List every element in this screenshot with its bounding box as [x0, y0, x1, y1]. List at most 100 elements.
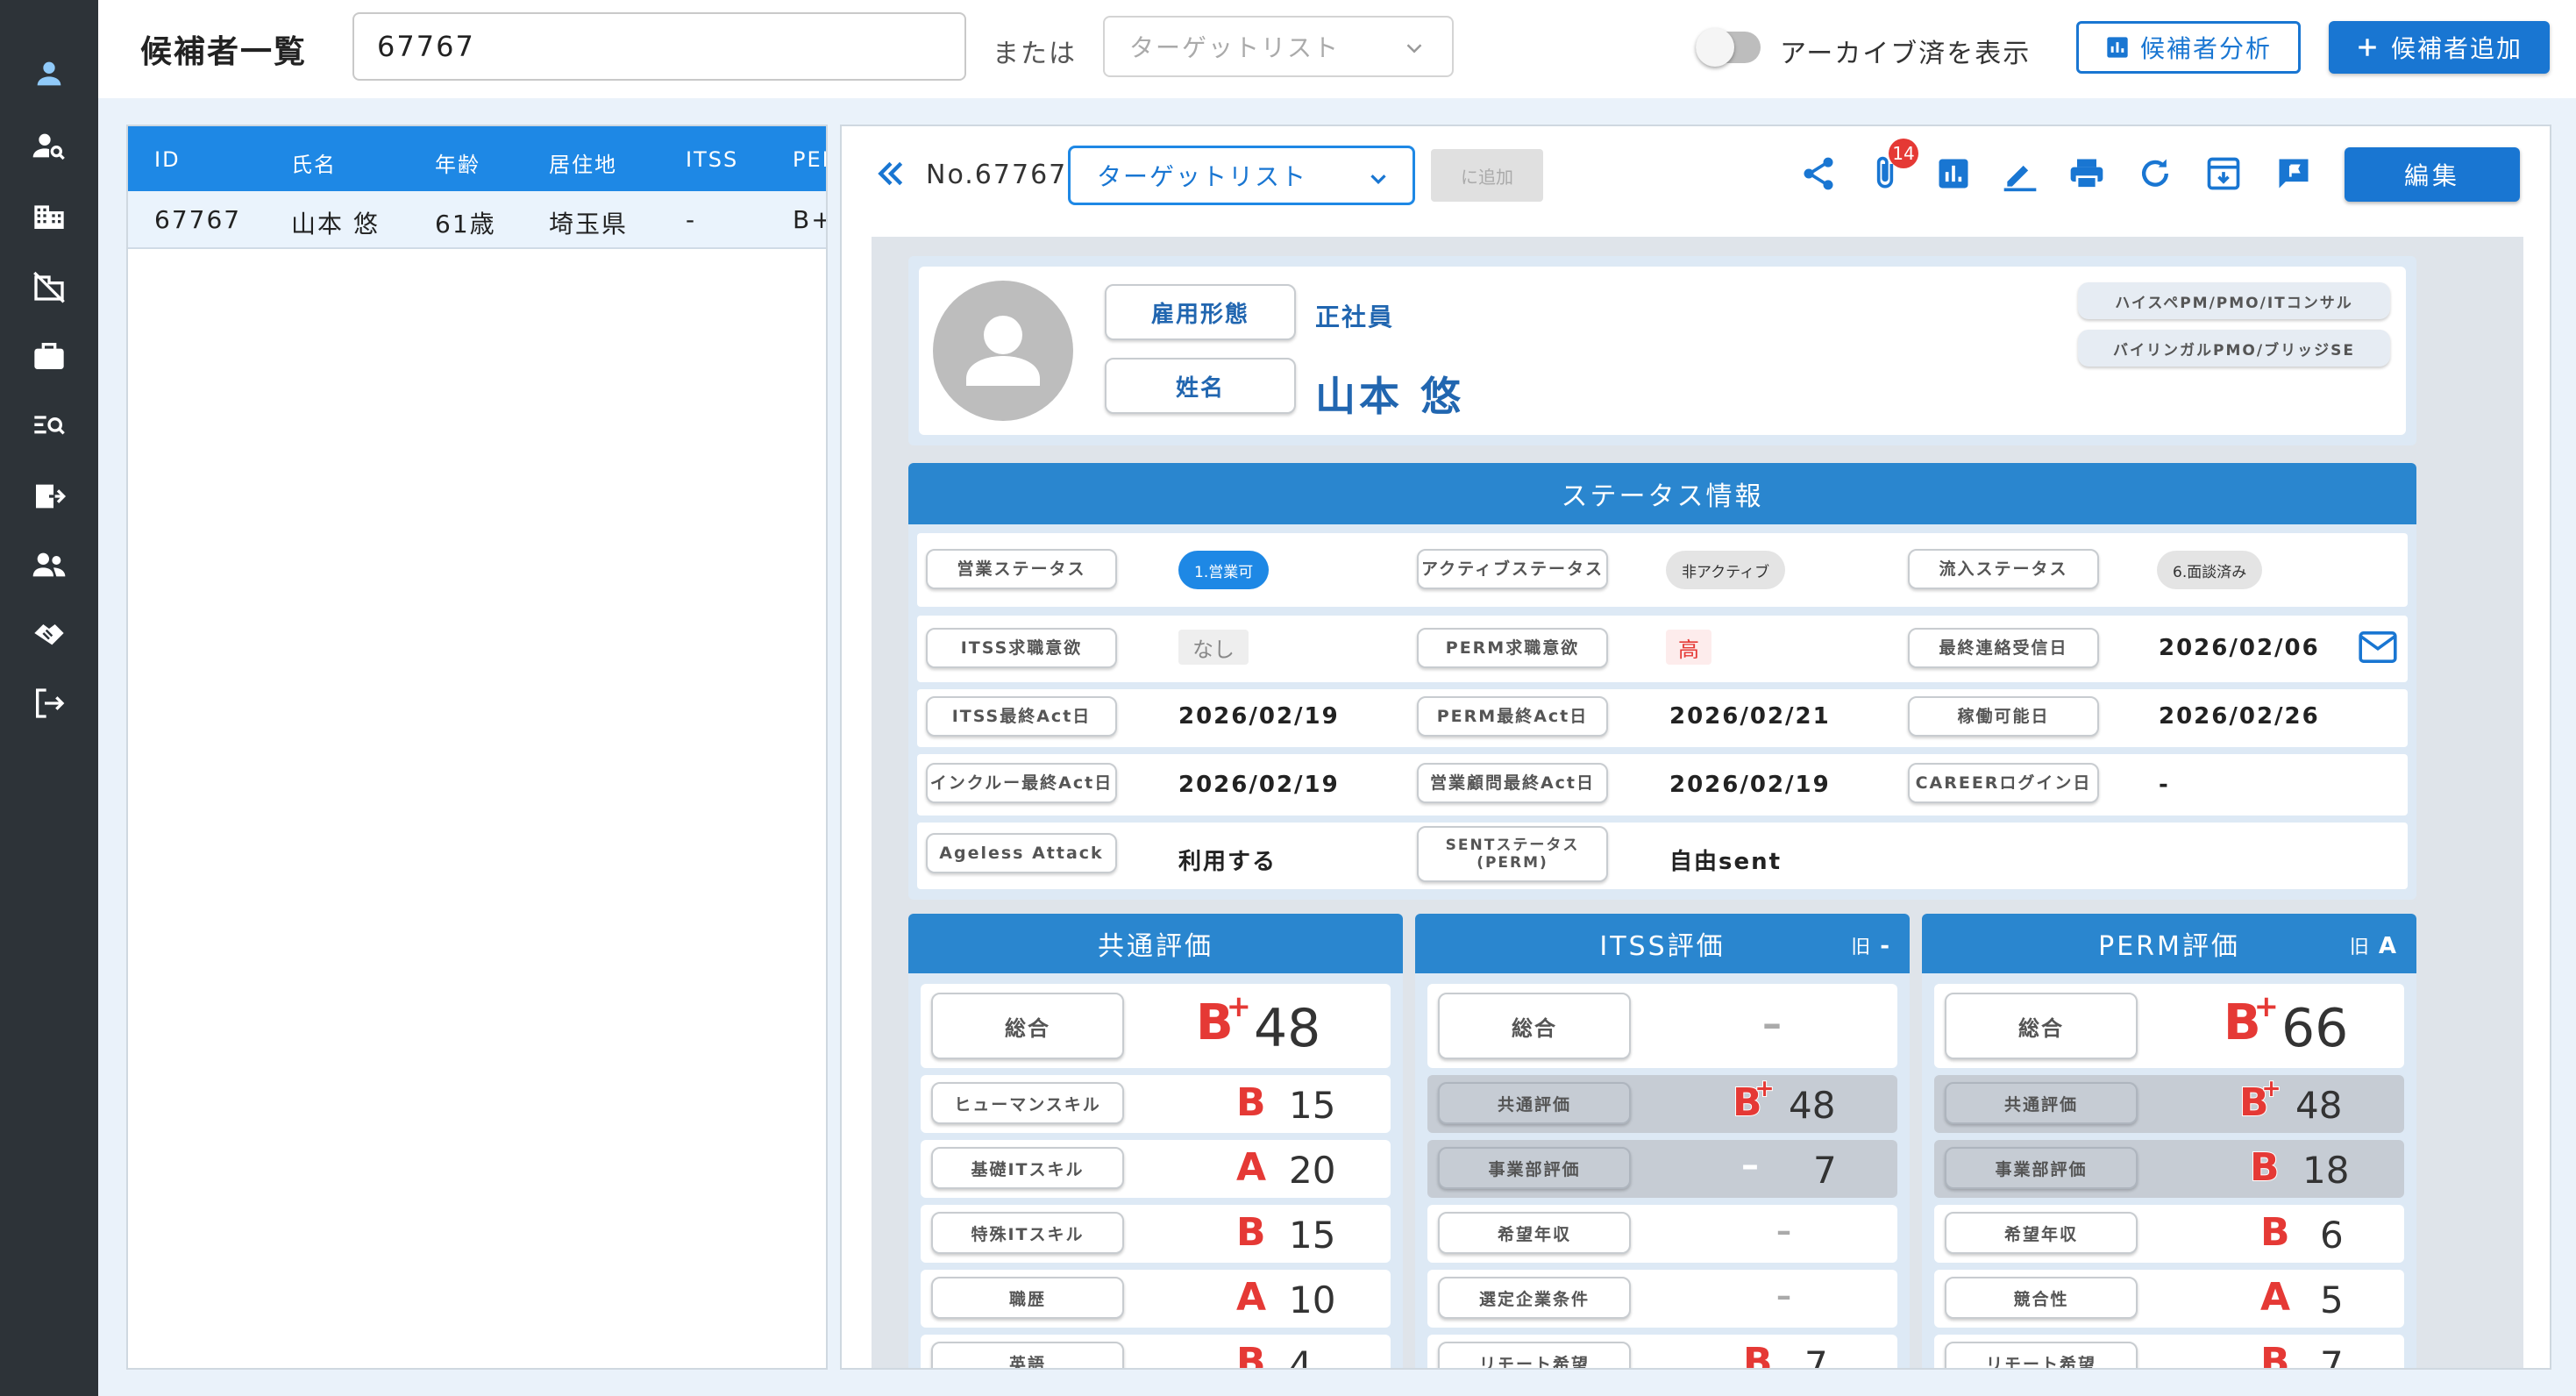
edit-button[interactable]: 編集 [2345, 147, 2520, 202]
column-header-perm[interactable]: PEI [793, 147, 826, 172]
column-header-id[interactable]: ID [154, 147, 181, 172]
perm-motivation-label: PERM求職意欲 [1417, 628, 1608, 668]
chart-icon[interactable] [1932, 153, 1975, 195]
eval-row-label: 希望年収 [1438, 1212, 1631, 1254]
eval-row-grade: B [2249, 1144, 2281, 1191]
eval-row-score: 18 [2302, 1149, 2350, 1192]
eval-row: リモート希望 B 7 [1427, 1335, 1897, 1370]
search-input[interactable] [352, 12, 966, 81]
column-header-itss[interactable]: ITSS [686, 147, 738, 172]
column-header-residence[interactable]: 居住地 [549, 147, 617, 178]
plus-icon [2359, 39, 2376, 56]
add-to-list-button[interactable]: に追加 [1431, 149, 1543, 202]
cell-perm: B+ [793, 205, 826, 234]
active-status-chip: 非アクティブ [1666, 551, 1786, 589]
eval-row-score: 15 [1289, 1084, 1336, 1127]
column-header-age[interactable]: 年齢 [435, 147, 480, 178]
name-label: 姓名 [1105, 358, 1296, 414]
common-evaluation-card: 共通評価 総合 B+ 48 ヒューマンスキル B 15 基礎ITスキル A 20… [908, 914, 1403, 1370]
eval-row: 共通評価 B+ 48 [1934, 1074, 2404, 1133]
share-icon[interactable] [1797, 153, 1839, 195]
group-icon[interactable] [26, 542, 72, 588]
cell-residence: 埼玉県 [549, 210, 629, 239]
eval-row-grade: – [1741, 1145, 1759, 1186]
candidate-analysis-button[interactable]: 候補者分析 [2076, 21, 2301, 74]
or-label: または [993, 39, 1077, 69]
eval-row: 希望年収 B 6 [1934, 1205, 2404, 1263]
briefcase-icon[interactable] [26, 333, 72, 379]
career-login-label: CAREERログイン日 [1908, 763, 2099, 803]
page-title: 候補者一覧 [140, 34, 308, 70]
eval-row-grade: A [1235, 1274, 1267, 1321]
target-list-select[interactable]: ターゲットリスト [1103, 16, 1454, 77]
person-icon[interactable] [26, 51, 72, 96]
eval-row: 選定企業条件 – [1427, 1270, 1897, 1328]
eval-row-grade: B [1235, 1079, 1267, 1126]
detail-target-list-select[interactable]: ターゲットリスト [1068, 146, 1415, 205]
eval-row-label: 競合性 [1945, 1277, 2138, 1319]
last-contact-label: 最終連絡受信日 [1908, 628, 2099, 668]
eval-row-score: 6 [2320, 1214, 2344, 1257]
eval-row-label: 英語 [931, 1342, 1124, 1368]
perm-last-act-value: 2026/02/21 [1669, 703, 1831, 730]
eval-row-grade: B [1235, 1339, 1267, 1370]
toggle-knob [1696, 28, 1734, 67]
total-grade: B+ [2223, 988, 2280, 1052]
eval-row-label: リモート希望 [1945, 1342, 2138, 1368]
building-icon[interactable] [26, 193, 72, 239]
itss-old-label: 旧 [1851, 937, 1874, 958]
inbox-move-icon[interactable] [26, 474, 72, 519]
eval-row-score: 4 [1289, 1343, 1313, 1370]
refresh-icon[interactable] [2134, 153, 2176, 195]
eval-row: 基礎ITスキル A 20 [921, 1140, 1391, 1198]
side-rail [0, 0, 98, 1396]
column-header-name[interactable]: 氏名 [291, 147, 337, 178]
status-row: Ageless Attack 利用する SENTステータス (PERM) 自由s… [917, 823, 2408, 889]
logout-icon[interactable] [26, 680, 72, 726]
eval-row-score: 10 [1289, 1278, 1336, 1321]
total-grade-plus: + [2253, 988, 2280, 1024]
sales-advisor-last-act-value: 2026/02/19 [1669, 772, 1831, 798]
add-candidate-button[interactable]: 候補者追加 [2329, 21, 2550, 74]
status-info-title: ステータス情報 [908, 463, 2416, 524]
archive-icon[interactable] [2202, 153, 2245, 195]
eval-row-label: 希望年収 [1945, 1212, 2138, 1254]
eval-row-grade: A [1235, 1144, 1267, 1191]
archive-toggle[interactable] [1696, 28, 1761, 67]
building-off-icon[interactable] [26, 263, 72, 309]
itss-motivation-label: ITSS求職意欲 [926, 628, 1117, 668]
eval-row-score: – [1776, 1214, 1791, 1249]
eval-row: 競合性 A 5 [1934, 1270, 2404, 1328]
double-chevron-left-icon[interactable] [873, 156, 908, 191]
comment-flag-icon[interactable] [2273, 153, 2315, 195]
table-row[interactable]: 67767 山本 悠 61歳 埼玉県 - B+ [128, 191, 826, 249]
person-search-icon[interactable] [26, 123, 72, 168]
archive-toggle-label: アーカイブ済を表示 [1780, 39, 2032, 69]
eval-row: 希望年収 – [1427, 1205, 1897, 1263]
eval-row: 事業部評価 – 7 [1427, 1140, 1897, 1198]
cell-id: 67767 [154, 205, 242, 234]
last-contact-value: 2026/02/06 [2159, 635, 2320, 661]
perm-motivation-value: 高 [1666, 630, 1711, 665]
eval-row: 共通評価 B+ 48 [1427, 1074, 1897, 1133]
candidate-detail: No.67767 ターゲットリスト に追加 14 編集 雇用形態 正社員 姓名 … [840, 125, 2551, 1370]
perm-old-grade: 旧A [2350, 931, 2399, 959]
top-bar: 候補者一覧 または ターゲットリスト アーカイブ済を表示 候補者分析 候補者追加 [98, 0, 2576, 98]
eval-row-label: ヒューマンスキル [931, 1082, 1124, 1124]
pen-icon[interactable] [1999, 153, 2041, 195]
available-date-value: 2026/02/26 [2159, 703, 2320, 730]
list-search-icon[interactable] [26, 403, 72, 449]
inflow-status-chip: 6.面談済み [2157, 551, 2263, 589]
eval-row-label: 選定企業条件 [1438, 1277, 1631, 1319]
eval-row-grade-plus: + [2261, 1074, 2282, 1103]
mail-icon[interactable] [2359, 631, 2397, 663]
eval-row-grade: B [1235, 1209, 1267, 1256]
sales-status-chip: 1.営業可 [1178, 551, 1270, 589]
sent-status-label: SENTステータス (PERM) [1417, 826, 1608, 882]
eval-row-grade: B [1742, 1339, 1774, 1370]
print-icon[interactable] [2066, 153, 2108, 195]
eval-row: ヒューマンスキル B 15 [921, 1075, 1391, 1133]
handshake-icon[interactable] [26, 610, 72, 656]
add-candidate-label: 候補者追加 [2390, 34, 2523, 63]
eval-row-score: – [1776, 1278, 1791, 1314]
